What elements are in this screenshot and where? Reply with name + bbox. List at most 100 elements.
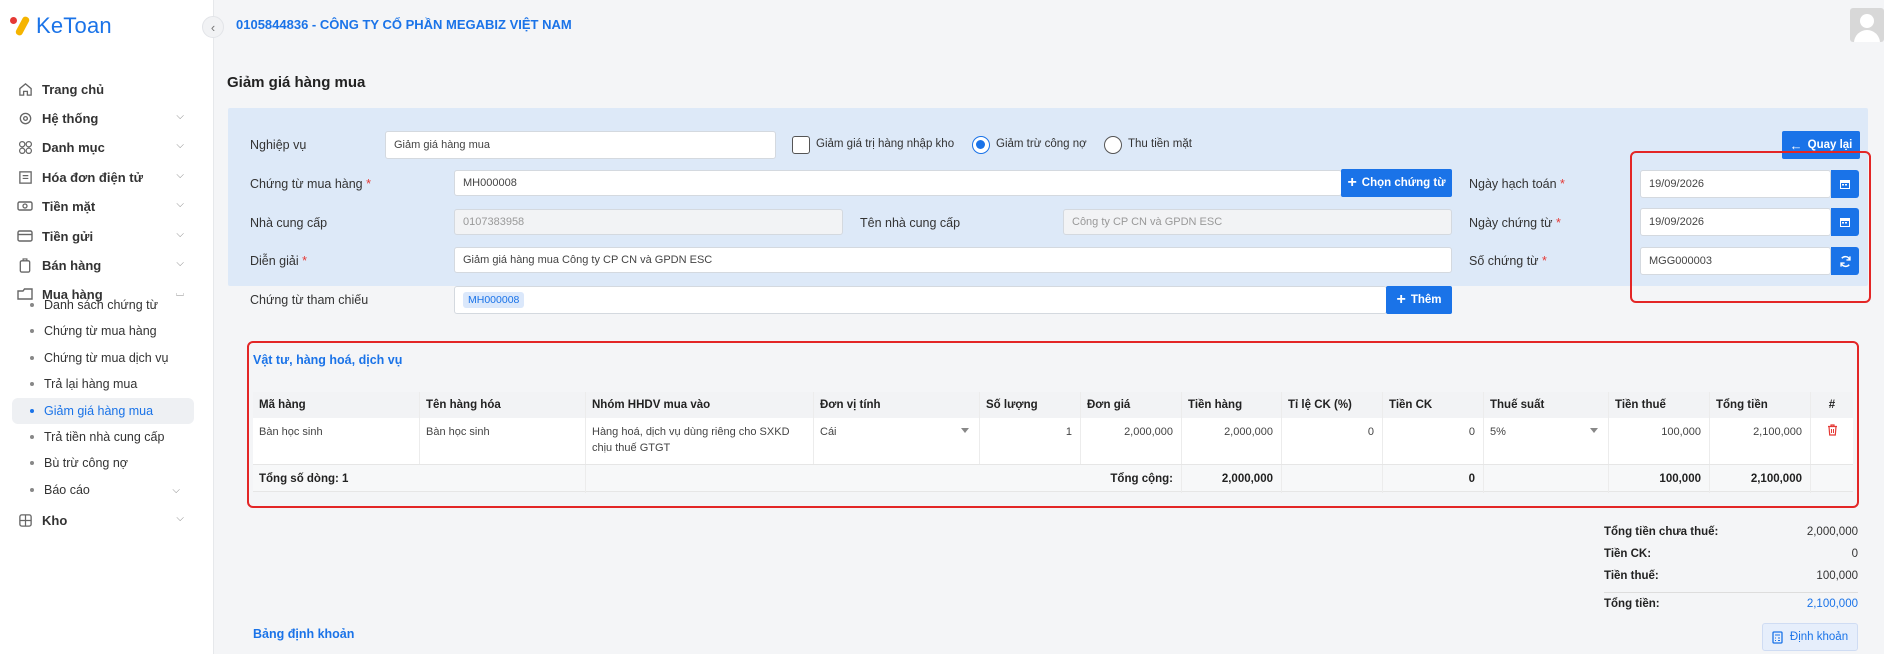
grand-total-label: Tổng tiền: <box>1604 598 1660 610</box>
sidebar-item-system[interactable]: Hệ thống ⌵ <box>0 103 214 133</box>
chung-tu-mua-label: Chứng từ mua hàng * <box>250 177 371 191</box>
chevron-down-icon: ⌵ <box>172 485 180 496</box>
highlight-box-items <box>247 341 1859 508</box>
supplier-code-field[interactable]: 0107383958 <box>454 209 843 235</box>
sidebar-item-label: Hóa đơn điện tử <box>42 169 143 185</box>
avatar[interactable] <box>1850 8 1884 42</box>
subitem-label: Trả lại hàng mua <box>44 377 138 391</box>
reduce-stock-value-checkbox[interactable] <box>792 136 810 154</box>
grand-total-value: 2,100,000 <box>1806 598 1858 610</box>
chevron-down-icon: ⌵ <box>176 111 184 122</box>
sidebar-subitem-pay-supplier[interactable]: Trả tiền nhà cung cấp <box>12 424 194 450</box>
subitem-label: Bù trừ công nợ <box>44 456 128 470</box>
required-mark: * <box>1555 216 1561 230</box>
ten-ncc-label: Tên nhà cung cấp <box>860 216 961 230</box>
company-name[interactable]: 0105844836 - CÔNG TY CỔ PHẦN MEGABIZ VIỆ… <box>236 17 572 32</box>
subtotal-label: Tổng tiền chưa thuế: <box>1604 526 1719 538</box>
tax-value: 100,000 <box>1816 570 1858 582</box>
chevron-down-icon: ⌵ <box>176 258 184 269</box>
subitem-label: Danh sách chứng từ <box>44 298 159 312</box>
discount-label: Tiền CK: <box>1604 548 1652 560</box>
sidebar-item-label: Hệ thống <box>42 110 99 126</box>
sidebar-item-warehouse[interactable]: Kho ⌵ <box>0 505 214 535</box>
reference-voucher-tag[interactable]: MH000008 <box>463 292 525 308</box>
chevron-down-icon: ⌵ <box>176 140 184 151</box>
reference-voucher-field[interactable]: MH000008 <box>454 286 1387 314</box>
nghiep-vu-label: Nghiệp vụ <box>250 138 307 152</box>
sidebar-item-deposit[interactable]: Tiền gửi ⌵ <box>0 221 214 251</box>
description-field[interactable]: Giảm giá hàng mua Công ty CP CN và GPDN … <box>454 247 1452 273</box>
chevron-down-icon: ⌵ <box>176 170 184 181</box>
subitem-label: Giảm giá hàng mua <box>44 404 154 418</box>
nha-cung-cap-label: Nhà cung cấp <box>250 216 328 230</box>
subitem-label: Báo cáo <box>44 483 90 497</box>
choose-voucher-button[interactable]: + Chọn chứng từ <box>1341 169 1452 197</box>
sidebar-subitem-purchase-discount[interactable]: Giảm giá hàng mua <box>12 398 194 424</box>
nghiep-vu-field[interactable]: Giảm giá hàng mua <box>385 131 776 159</box>
dien-giai-label: Diễn giải * <box>250 254 307 268</box>
summary-divider <box>1604 592 1858 593</box>
gear-icon <box>16 109 34 127</box>
back-button-label: Quay lại <box>1807 139 1853 151</box>
sidebar-item-label: Tiền gửi <box>42 228 94 244</box>
voucher-number-label-text: Số chứng từ <box>1469 254 1539 268</box>
highlight-box-dates <box>1630 151 1871 303</box>
sidebar-subitem-service-doc[interactable]: Chứng từ mua dịch vụ <box>12 345 194 371</box>
subitem-label: Chứng từ mua dịch vụ <box>44 351 169 365</box>
sidebar-subitem-purchase-return[interactable]: Trả lại hàng mua <box>12 371 194 397</box>
sidebar-collapse-button[interactable]: ‹ <box>202 16 224 38</box>
debt-offset-label: Giảm trừ công nợ <box>996 138 1087 150</box>
chevron-left-icon: ‹ <box>210 19 216 35</box>
sidebar-item-catalog[interactable]: Danh mục ⌵ <box>0 132 214 162</box>
accounting-entry-label: Định khoản <box>1789 631 1849 643</box>
chung-tu-mua-field[interactable]: MH000008 <box>454 170 1342 196</box>
logo-mark-icon <box>10 14 34 38</box>
invoice-icon <box>16 168 34 186</box>
voucher-date-label: Ngày chứng từ * <box>1469 216 1561 230</box>
accounting-entries-link[interactable]: Bảng định khoản <box>253 627 354 641</box>
sidebar-item-einvoice[interactable]: Hóa đơn điện tử ⌵ <box>0 162 214 192</box>
page-title: Giảm giá hàng mua <box>227 74 366 91</box>
posting-date-label: Ngày hạch toán * <box>1469 177 1565 191</box>
subitem-label: Trả tiền nhà cung cấp <box>44 430 165 444</box>
required-mark: * <box>366 177 371 191</box>
sidebar-subitem-debt-offset[interactable]: Bù trừ công nợ <box>12 450 194 476</box>
plus-icon: + <box>1396 291 1406 308</box>
sidebar-subitem-purchase-doc[interactable]: Chứng từ mua hàng <box>12 318 194 344</box>
accounting-entry-button[interactable]: Định khoản <box>1762 623 1858 651</box>
subtotal-value: 2,000,000 <box>1806 526 1858 538</box>
voucher-date-label-text: Ngày chứng từ <box>1469 216 1553 230</box>
supplier-name-field[interactable]: Công ty CP CN và GPDN ESC <box>1063 209 1452 235</box>
app-logo[interactable]: KeToan <box>10 12 112 40</box>
tham-chieu-label: Chứng từ tham chiếu <box>250 293 369 307</box>
subitem-label: Chứng từ mua hàng <box>44 324 157 338</box>
sidebar: KeToan Trang chủ Hệ thống ⌵ Danh mục ⌵ H… <box>0 0 214 654</box>
sidebar-item-home[interactable]: Trang chủ <box>0 74 214 104</box>
tax-label: Tiền thuế: <box>1604 570 1659 582</box>
posting-date-label-text: Ngày hạch toán <box>1469 177 1557 191</box>
sidebar-subitem-reports[interactable]: Báo cáo ⌵ <box>12 477 194 503</box>
required-mark: * <box>1560 177 1565 191</box>
chevron-down-icon: ⌵ <box>176 199 184 210</box>
sidebar-item-label: Tiền mặt <box>42 198 96 214</box>
sidebar-item-label: Kho <box>42 512 68 528</box>
choose-voucher-label: Chọn chứng từ <box>1361 177 1446 189</box>
sidebar-item-cash[interactable]: Tiền mặt ⌵ <box>0 191 214 221</box>
sidebar-item-label: Trang chủ <box>42 81 105 97</box>
sidebar-item-label: Bán hàng <box>42 257 102 273</box>
grid-icon <box>16 138 34 156</box>
debt-offset-radio[interactable] <box>972 136 990 154</box>
chevron-down-icon: ⌵ <box>176 229 184 240</box>
home-icon <box>16 80 34 98</box>
sidebar-subitem-doc-list[interactable]: Danh sách chứng từ <box>12 292 194 318</box>
cash-receipt-radio[interactable] <box>1104 136 1122 154</box>
required-mark: * <box>1542 254 1547 268</box>
add-reference-button[interactable]: + Thêm <box>1386 286 1452 314</box>
sales-icon <box>16 256 34 274</box>
dien-giai-label-text: Diễn giải <box>250 254 299 268</box>
warehouse-icon <box>16 511 34 529</box>
card-icon <box>16 227 34 245</box>
sidebar-item-sales[interactable]: Bán hàng ⌵ <box>0 250 214 280</box>
sidebar-item-label: Danh mục <box>42 139 105 155</box>
chevron-down-icon: ⌵ <box>176 513 184 524</box>
